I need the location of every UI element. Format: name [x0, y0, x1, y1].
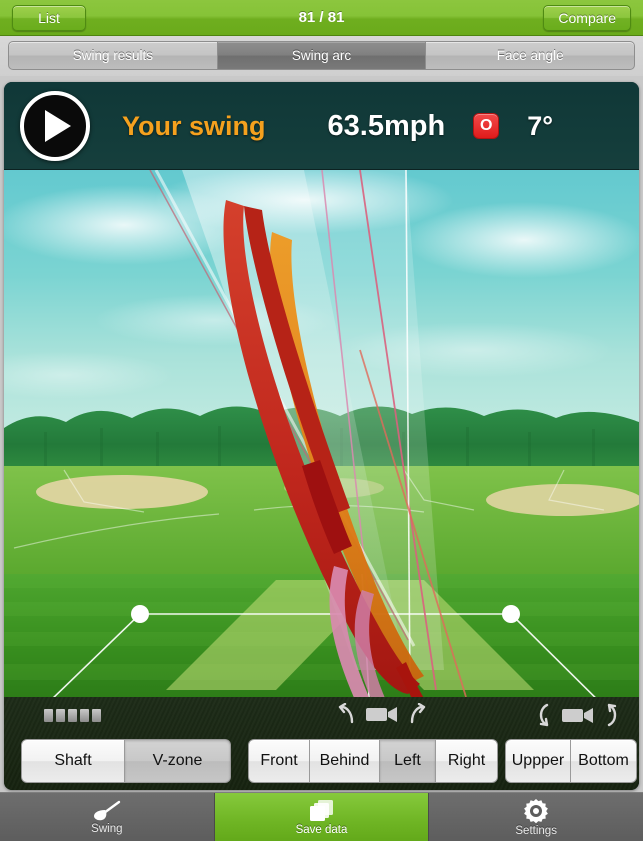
- v-zone-button[interactable]: V-zone: [125, 739, 231, 783]
- level-bar: [80, 709, 89, 722]
- bottom-view-button[interactable]: Bottom: [571, 739, 637, 783]
- level-bar: [56, 709, 65, 722]
- list-button[interactable]: List: [12, 4, 86, 31]
- tab-swing[interactable]: Swing: [0, 793, 215, 841]
- tray-top-row: [4, 697, 639, 735]
- bottom-tab-bar: Swing Save data Settings: [0, 792, 643, 841]
- bunker-right: [486, 484, 639, 516]
- overlay-mode-group: Shaft V-zone: [21, 739, 231, 783]
- ball-marker-right: [502, 605, 520, 623]
- bunker-left: [36, 475, 208, 509]
- tab-swing-arc[interactable]: Swing arc: [217, 41, 427, 70]
- golf-club-icon: [93, 800, 121, 820]
- level-bar: [68, 709, 77, 722]
- app-root: List 81 / 81 Compare Swing results Swing…: [0, 0, 643, 841]
- right-view-button[interactable]: Right: [436, 739, 498, 783]
- camera-rotate-vertical-group: [534, 703, 622, 727]
- analysis-tab-strip: Swing results Swing arc Face angle: [0, 36, 643, 76]
- tab-settings-label: Settings: [515, 824, 557, 837]
- swing-arc-scene[interactable]: [4, 170, 639, 697]
- status-badge: O: [473, 113, 500, 139]
- ball-marker-left: [131, 605, 149, 623]
- front-view-button[interactable]: Front: [248, 739, 310, 783]
- level-bar: [44, 709, 53, 722]
- shaft-button[interactable]: Shaft: [21, 739, 125, 783]
- gear-icon: [524, 798, 549, 823]
- compare-button[interactable]: Compare: [543, 4, 631, 31]
- rotate-up-icon[interactable]: [534, 703, 552, 727]
- tab-face-angle[interactable]: Face angle: [426, 41, 636, 70]
- swing-viewer-panel: Your swing 63.5mph O 7° Shaft V-zone Fro…: [4, 82, 639, 790]
- tray-button-row: Shaft V-zone Front Behind Left Right Upp…: [4, 739, 639, 783]
- tab-save-data-label: Save data: [295, 823, 348, 836]
- play-icon: [45, 110, 71, 142]
- play-button[interactable]: [20, 91, 90, 161]
- viewer-header: Your swing 63.5mph O 7°: [4, 82, 639, 170]
- left-view-button[interactable]: Left: [380, 739, 436, 783]
- camera-rotate-horizontal-group: [336, 703, 428, 725]
- swing-angle-value: 7°: [527, 110, 554, 141]
- level-indicator: [44, 709, 101, 722]
- view-height-group: Uppper Bottom: [505, 739, 637, 783]
- video-camera-icon[interactable]: [365, 704, 399, 724]
- swing-label: Your swing: [122, 110, 266, 141]
- stacked-pages-icon: [309, 799, 333, 821]
- tab-settings[interactable]: Settings: [429, 793, 643, 841]
- viewer-control-tray: Shaft V-zone Front Behind Left Right Upp…: [4, 697, 639, 790]
- rotate-right-icon[interactable]: [408, 703, 428, 725]
- upper-view-button[interactable]: Uppper: [505, 739, 571, 783]
- rotate-left-icon[interactable]: [336, 703, 356, 725]
- swing-speed-value: 63.5mph: [327, 109, 446, 142]
- tab-save-data[interactable]: Save data: [214, 793, 430, 841]
- tab-swing-results[interactable]: Swing results: [8, 41, 218, 70]
- scene-graphics: [4, 170, 639, 697]
- top-navigation-bar: List 81 / 81 Compare: [0, 0, 643, 36]
- rotate-down-icon[interactable]: [604, 703, 622, 727]
- video-camera-icon[interactable]: [561, 705, 595, 725]
- tab-swing-label: Swing: [91, 822, 123, 835]
- behind-view-button[interactable]: Behind: [310, 739, 380, 783]
- level-bar: [92, 709, 101, 722]
- view-angle-group: Front Behind Left Right: [248, 739, 498, 783]
